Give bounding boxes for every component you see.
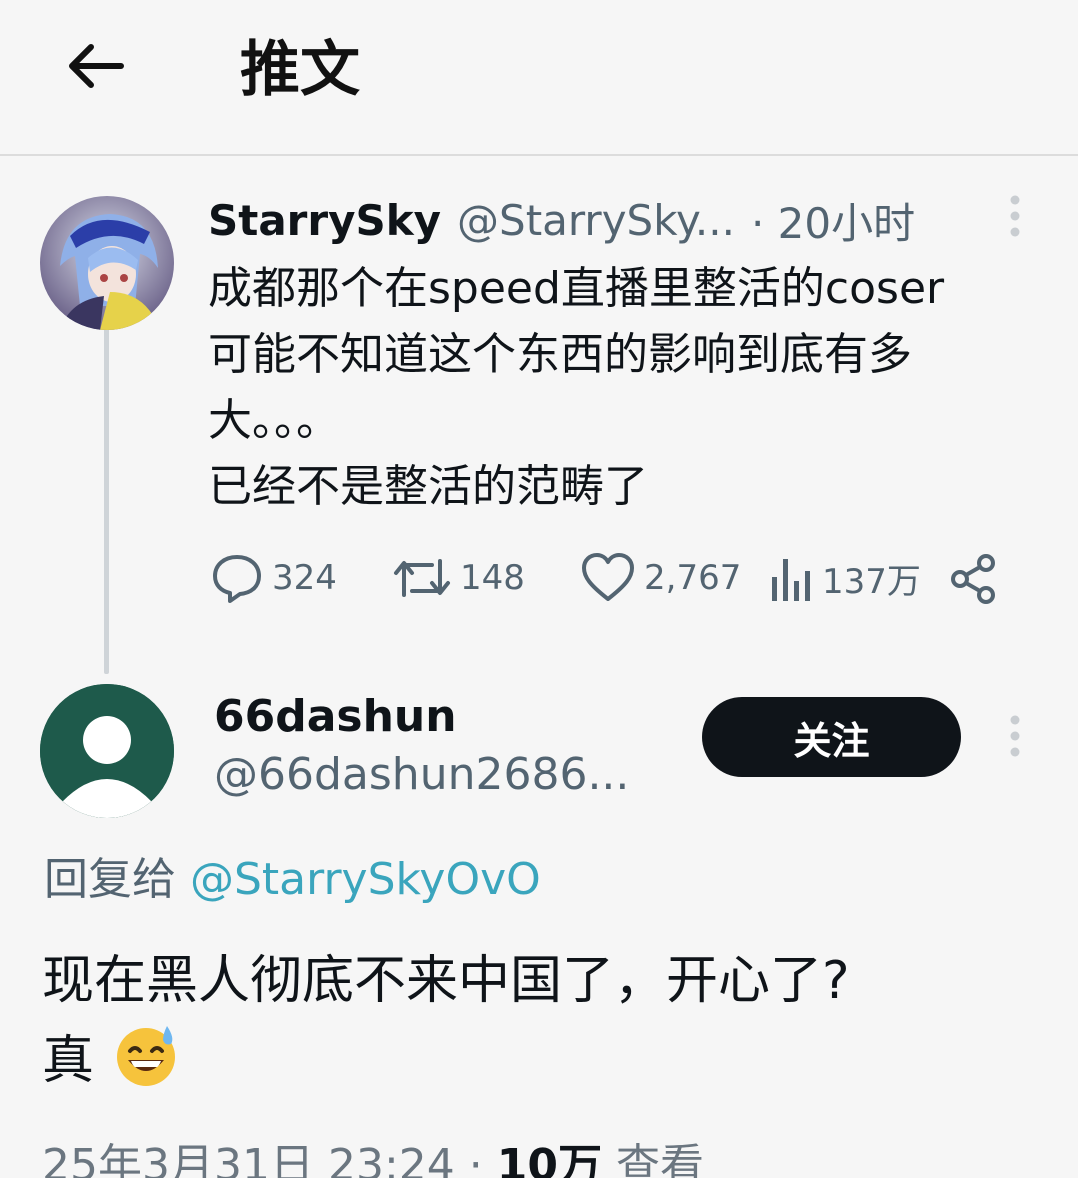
reply-body: 现在黑人彻底不来中国了，开心了? 真 [42, 942, 1042, 1100]
share-button[interactable] [948, 548, 1000, 608]
tweet-text-line: 已经不是整活的范畴了 [208, 461, 648, 512]
tweet-timestamp[interactable]: · 20小时 [751, 190, 915, 251]
top-bar: 推文 [0, 0, 1078, 156]
reply-text-line-2: 真 [42, 1020, 1042, 1100]
reply-datetime: 25年3月31日 23:24 · [42, 1140, 497, 1178]
more-options-button[interactable] [1000, 186, 1030, 246]
replying-to-line: 回复给 @StarrySkyOvO [44, 850, 541, 910]
share-icon [951, 554, 995, 604]
tweet-body: 成都那个在speed直播里整活的coser 可能不知道这个东西的影响到底有多 大… [208, 256, 1038, 520]
reply-text-word: 真 [42, 1031, 95, 1091]
thread-connector-line [104, 328, 109, 674]
retweet-icon [394, 559, 450, 597]
like-count: 2,767 [644, 558, 742, 598]
more-vertical-icon [1010, 715, 1020, 757]
heart-icon [582, 553, 634, 601]
arrow-left-icon [69, 44, 124, 88]
mention-link[interactable]: @StarrySkyOvO [190, 854, 541, 905]
display-name[interactable]: 66dashun [214, 688, 457, 746]
tweet-text-line: 成都那个在speed直播里整活的coser [208, 263, 945, 314]
view-count: 137万 [822, 561, 921, 602]
default-profile-icon [40, 684, 174, 818]
reply-count: 324 [272, 558, 337, 598]
tweet-header: StarrySky @StarrySky... · 20小时 [208, 192, 915, 248]
avatar[interactable] [40, 196, 174, 330]
views-button[interactable]: 137万 [768, 548, 921, 608]
more-options-button[interactable] [1000, 706, 1030, 766]
retweet-count: 148 [460, 558, 525, 598]
follow-button[interactable]: 关注 [702, 697, 961, 777]
tweet-action-bar: 324 148 2,767 137万 [210, 548, 1010, 608]
tweet-text-line: 大。。。 [208, 395, 340, 446]
user-handle[interactable]: @66dashun2686... [214, 746, 629, 804]
comment-icon [213, 555, 261, 603]
replying-to-label: 回复给 [44, 854, 190, 905]
back-button[interactable] [60, 36, 130, 96]
retweet-button[interactable]: 148 [392, 548, 525, 608]
reply-view-count: 10万 [496, 1140, 602, 1178]
user-handle[interactable]: @StarrySky... [457, 196, 735, 245]
anime-avatar-image [40, 196, 174, 330]
like-button[interactable]: 2,767 [580, 548, 741, 608]
more-vertical-icon [1010, 195, 1020, 237]
reply-view-label: 查看 [601, 1140, 704, 1178]
page-title: 推文 [240, 35, 360, 105]
reply-button[interactable]: 324 [210, 548, 337, 608]
avatar[interactable] [40, 684, 174, 818]
reply-meta: 25年3月31日 23:24 · 10万 查看 [42, 1136, 704, 1178]
grinning-sweat-emoji [116, 1026, 175, 1086]
reply-text-line: 现在黑人彻底不来中国了，开心了? [42, 951, 850, 1011]
display-name[interactable]: StarrySky [208, 196, 441, 245]
tweet-text-line: 可能不知道这个东西的影响到底有多 [208, 329, 912, 380]
analytics-bars-icon [772, 559, 810, 601]
